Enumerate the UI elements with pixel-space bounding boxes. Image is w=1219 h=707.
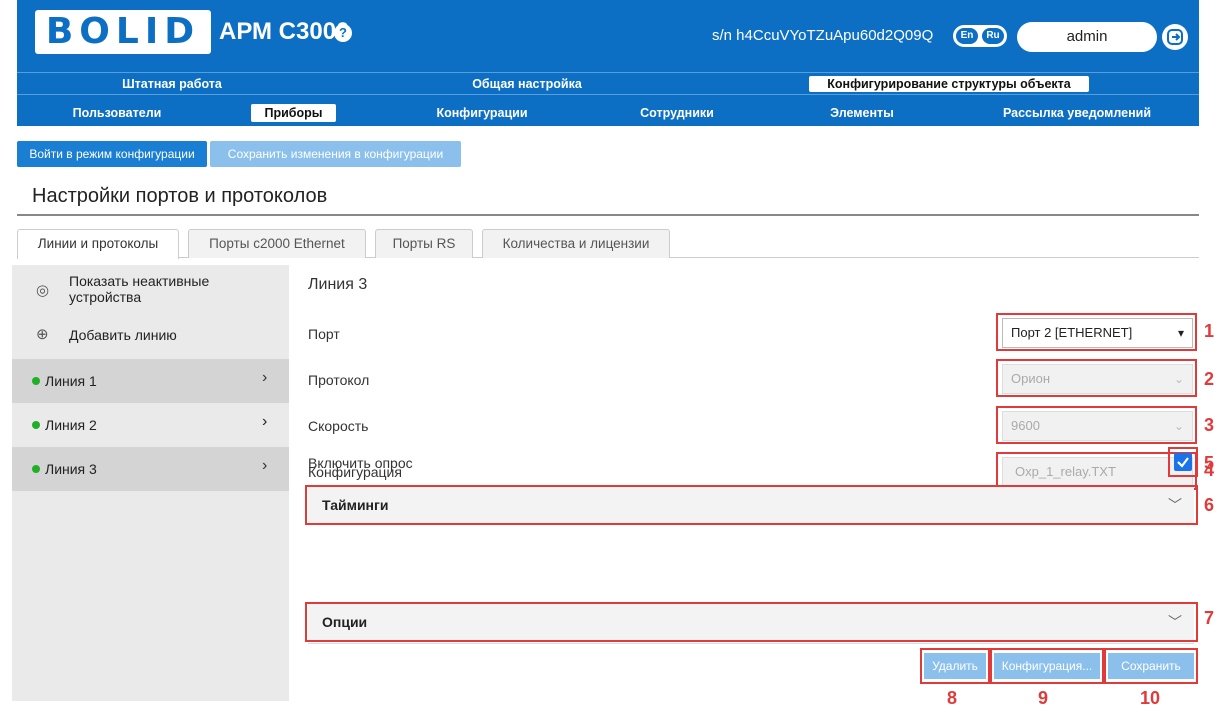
tab-quantities-licenses[interactable]: Количества и лицензии bbox=[482, 229, 670, 258]
chevron-right-icon: › bbox=[262, 369, 268, 386]
eye-icon: ◎ bbox=[36, 282, 50, 299]
help-icon[interactable]: ? bbox=[334, 24, 352, 42]
lang-en-button[interactable]: En bbox=[956, 28, 978, 44]
lang-ru-button[interactable]: Ru bbox=[982, 28, 1004, 44]
bolid-logo: BOLID bbox=[35, 10, 211, 54]
marker-6: 6 bbox=[1204, 495, 1215, 515]
status-dot-icon bbox=[32, 377, 40, 385]
save-config-changes-button[interactable]: Сохранить изменения в конфигурации bbox=[210, 141, 461, 167]
logo-text: BOLID bbox=[45, 11, 201, 52]
status-dot-icon bbox=[32, 465, 40, 473]
nav-general-settings[interactable]: Общая настройка bbox=[447, 76, 607, 92]
language-switch[interactable]: En Ru bbox=[953, 25, 1007, 47]
tab-lines-protocols[interactable]: Линии и протоколы bbox=[17, 229, 179, 259]
nav-elements[interactable]: Элементы bbox=[797, 104, 927, 122]
line-label: Линия 1 bbox=[45, 373, 97, 389]
marker-9: 9 bbox=[1038, 688, 1049, 707]
highlight-box-2 bbox=[996, 359, 1197, 397]
serial-number: s/n h4CcuVYoTZuApu60d2Q09Q bbox=[712, 27, 934, 44]
tab-c2000-ethernet-ports[interactable]: Порты с2000 Ethernet bbox=[188, 229, 366, 258]
page-title: Настройки портов и протоколов bbox=[32, 185, 328, 207]
form-divider bbox=[308, 643, 1194, 644]
lines-sidebar: ◎ Показать неактивные устройства ⊕ Добав… bbox=[12, 265, 289, 701]
chevron-right-icon: › bbox=[262, 413, 268, 430]
highlight-box-1 bbox=[996, 313, 1197, 351]
sidebar-item-line-2[interactable]: Линия 2 › bbox=[12, 403, 289, 447]
user-name[interactable]: admin bbox=[1017, 22, 1157, 52]
plus-circle-icon: ⊕ bbox=[36, 326, 49, 343]
nav-users[interactable]: Пользователи bbox=[47, 104, 187, 122]
highlight-box-10 bbox=[1104, 648, 1198, 684]
chevron-right-icon: › bbox=[262, 457, 268, 474]
port-label: Порт bbox=[308, 326, 340, 342]
highlight-box-5 bbox=[1168, 447, 1198, 477]
marker-8: 8 bbox=[947, 688, 958, 707]
enter-config-mode-button[interactable]: Войти в режим конфигурации bbox=[17, 141, 207, 167]
highlight-box-9 bbox=[990, 648, 1104, 684]
marker-7: 7 bbox=[1204, 608, 1215, 628]
marker-3: 3 bbox=[1204, 415, 1215, 435]
sub-nav: Пользователи Приборы Конфигурации Сотруд… bbox=[17, 94, 1199, 126]
highlight-box-3 bbox=[996, 406, 1197, 444]
nav-devices[interactable]: Приборы bbox=[251, 104, 336, 122]
marker-5: 5 bbox=[1204, 453, 1215, 473]
show-inactive-toggle[interactable]: ◎ Показать неактивные устройства bbox=[12, 269, 289, 313]
line-label: Линия 2 bbox=[45, 417, 97, 433]
nav-configurations[interactable]: Конфигурации bbox=[412, 104, 552, 122]
highlight-box-8 bbox=[920, 648, 990, 684]
marker-2: 2 bbox=[1204, 369, 1215, 389]
add-line-label: Добавить линию bbox=[69, 327, 177, 343]
marker-10: 10 bbox=[1140, 688, 1161, 707]
line-title: Линия 3 bbox=[308, 276, 368, 293]
app-title: АРМ С3000 bbox=[219, 18, 350, 45]
protocol-label: Протокол bbox=[308, 372, 370, 388]
logout-icon[interactable] bbox=[1162, 24, 1188, 50]
marker-1: 1 bbox=[1204, 321, 1215, 341]
status-dot-icon bbox=[32, 421, 40, 429]
show-inactive-label: Показать неактивные устройства bbox=[69, 273, 210, 305]
sidebar-item-line-1[interactable]: Линия 1 › bbox=[12, 359, 289, 403]
tab-rs-ports[interactable]: Порты RS bbox=[375, 229, 473, 258]
top-nav: Штатная работа Общая настройка Конфигури… bbox=[17, 72, 1199, 94]
nav-object-structure[interactable]: Конфигурирование структуры объекта bbox=[809, 76, 1089, 92]
nav-notifications[interactable]: Рассылка уведомлений bbox=[977, 104, 1177, 122]
highlight-box-6 bbox=[305, 485, 1198, 525]
title-divider bbox=[17, 214, 1199, 216]
sidebar-item-line-3[interactable]: Линия 3 › bbox=[12, 447, 289, 491]
speed-label: Скорость bbox=[308, 418, 369, 434]
app-header: BOLID АРМ С3000 ? s/n h4CcuVYoTZuApu60d2… bbox=[17, 0, 1199, 72]
nav-employees[interactable]: Сотрудники bbox=[612, 104, 742, 122]
add-line-button[interactable]: ⊕ Добавить линию bbox=[12, 323, 289, 349]
highlight-box-7 bbox=[305, 602, 1198, 642]
nav-normal-operation[interactable]: Штатная работа bbox=[87, 76, 257, 92]
line-label: Линия 3 bbox=[45, 461, 97, 477]
enable-polling-label: Включить опрос bbox=[308, 455, 413, 471]
